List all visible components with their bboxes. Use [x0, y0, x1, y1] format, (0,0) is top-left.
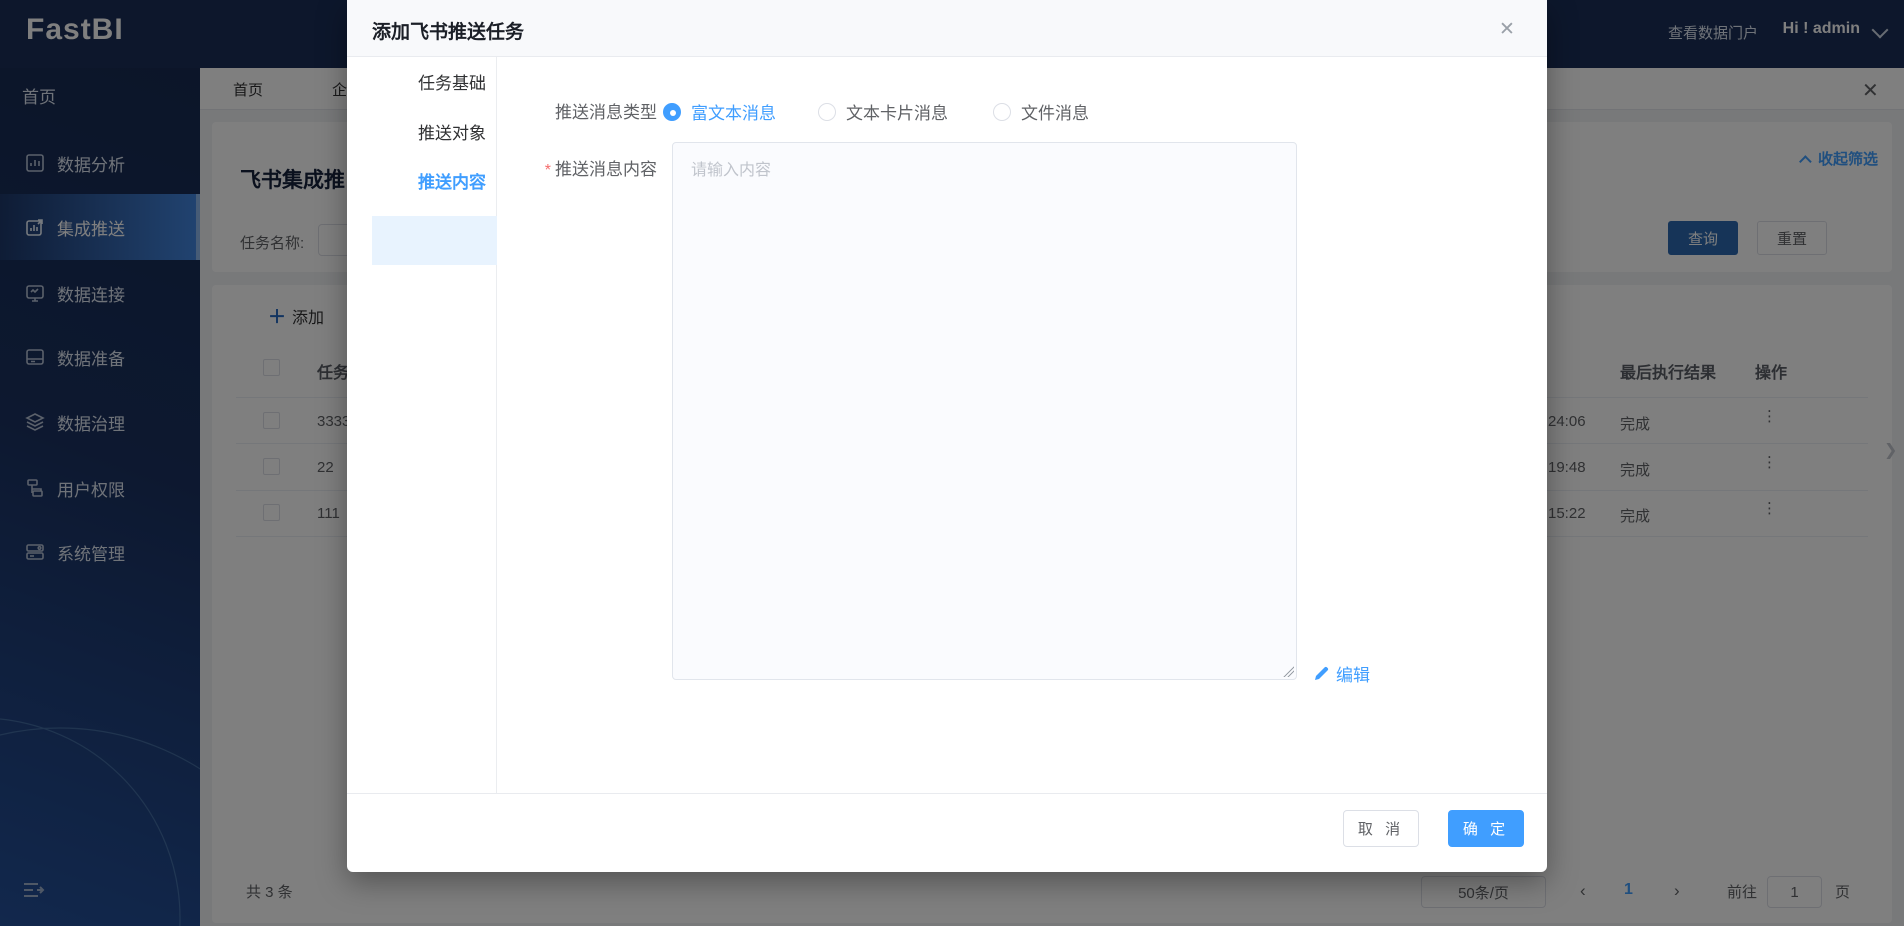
radio-unchecked-icon: [818, 102, 836, 121]
edit-content-link[interactable]: 编辑: [1313, 661, 1370, 686]
radio-unchecked-icon: [993, 102, 1011, 121]
dialog-title: 添加飞书推送任务: [372, 22, 525, 43]
radio-label: 文本卡片消息: [846, 104, 948, 123]
radio-label: 文件消息: [1021, 104, 1089, 123]
dialog-tab-push-content[interactable]: 推送内容: [418, 168, 486, 198]
dialog-tab-push-target[interactable]: 推送对象: [418, 119, 486, 149]
message-type-label: 推送消息类型: [555, 103, 657, 122]
required-asterisk: *: [544, 162, 551, 179]
resize-handle[interactable]: [1282, 665, 1294, 677]
divider: [347, 793, 1547, 794]
message-content-label: * 推送消息内容: [477, 155, 657, 180]
cancel-button[interactable]: 取 消: [1343, 810, 1419, 847]
radio-label: 富文本消息: [691, 104, 776, 123]
radio-text-card-message[interactable]: 文本卡片消息: [818, 99, 948, 124]
textarea-placeholder: 请输入内容: [691, 162, 772, 179]
confirm-button[interactable]: 确 定: [1448, 810, 1524, 847]
dialog-close-icon[interactable]: ✕: [1499, 18, 1515, 41]
radio-rich-text-message[interactable]: 富文本消息: [663, 99, 776, 124]
edit-link-label: 编辑: [1336, 666, 1370, 685]
active-tab-highlight: [372, 216, 497, 265]
radio-checked-icon: [663, 102, 681, 121]
radio-file-message[interactable]: 文件消息: [993, 99, 1089, 124]
dialog-side-tabs: 任务基础 推送对象 推送内容: [347, 57, 497, 793]
dialog-tab-task-basic[interactable]: 任务基础: [418, 69, 486, 99]
message-content-textarea[interactable]: 请输入内容: [672, 142, 1297, 680]
message-content-label-text: 推送消息内容: [555, 160, 657, 179]
add-feishu-push-task-dialog: 添加飞书推送任务 ✕ 任务基础 推送对象 推送内容 推送消息类型 富文本消息 文…: [347, 0, 1547, 872]
pencil-icon: [1315, 666, 1329, 680]
dialog-header: 添加飞书推送任务 ✕: [347, 0, 1547, 57]
app-root: FastBI 查看数据门户 Hi ! admin 首页 数据分析 集成推送 数据…: [0, 0, 1904, 926]
